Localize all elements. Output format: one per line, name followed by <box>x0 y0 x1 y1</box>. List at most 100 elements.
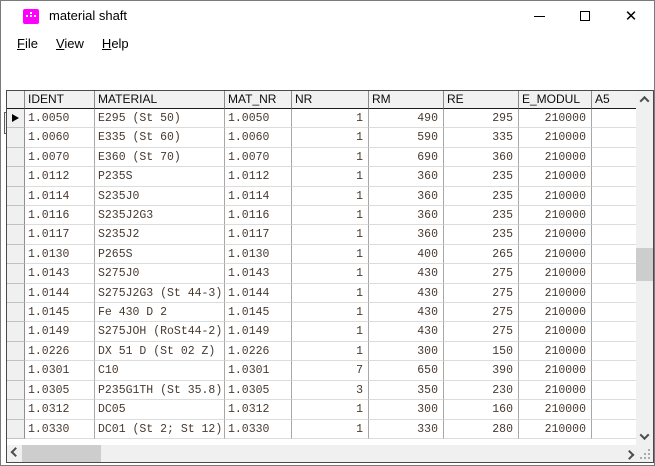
cell[interactable]: E295 (St 50) <box>95 109 225 128</box>
cell[interactable]: 1 <box>292 167 369 186</box>
menu-help[interactable]: Help <box>93 34 138 53</box>
cell[interactable]: 1 <box>292 420 369 439</box>
cell[interactable]: 1.0312 <box>25 400 95 419</box>
cell[interactable]: 1.0144 <box>225 284 292 303</box>
cell[interactable]: 400 <box>369 245 444 264</box>
cell[interactable]: 1.0149 <box>25 322 95 341</box>
cell[interactable]: 1.0305 <box>225 381 292 400</box>
cell[interactable]: 1 <box>292 225 369 244</box>
cell[interactable] <box>592 206 636 225</box>
cell[interactable]: 235 <box>444 225 519 244</box>
cell[interactable]: 1.0112 <box>225 167 292 186</box>
cell[interactable] <box>592 284 636 303</box>
cell[interactable]: 1.0143 <box>25 264 95 283</box>
cell[interactable]: 430 <box>369 264 444 283</box>
cell[interactable] <box>592 128 636 147</box>
cell[interactable]: 210000 <box>519 381 592 400</box>
cell[interactable]: 1.0117 <box>225 225 292 244</box>
cell[interactable]: 230 <box>444 381 519 400</box>
cell[interactable] <box>592 400 636 419</box>
cell[interactable]: C10 <box>95 361 225 380</box>
cell[interactable]: DC05 <box>95 400 225 419</box>
cell[interactable]: 1.0116 <box>225 206 292 225</box>
cell[interactable]: 1.0060 <box>25 128 95 147</box>
cell[interactable]: 590 <box>369 128 444 147</box>
cell[interactable]: 275 <box>444 322 519 341</box>
vertical-scroll-thumb[interactable] <box>636 248 653 281</box>
cell[interactable] <box>592 245 636 264</box>
cell[interactable]: 300 <box>369 342 444 361</box>
cell[interactable] <box>592 109 636 128</box>
cell[interactable]: 430 <box>369 303 444 322</box>
cell[interactable]: 1 <box>292 128 369 147</box>
row-selector[interactable] <box>7 400 25 419</box>
cell[interactable]: 1 <box>292 400 369 419</box>
cell[interactable]: 210000 <box>519 225 592 244</box>
cell[interactable]: S275JOH (RoSt44-2) <box>95 322 225 341</box>
row-selector[interactable] <box>7 206 25 225</box>
cell[interactable]: P265S <box>95 245 225 264</box>
cell[interactable]: S235J2G3 <box>95 206 225 225</box>
horizontal-scroll-thumb[interactable] <box>22 445 101 462</box>
minimize-button[interactable] <box>516 1 562 31</box>
scroll-up-button[interactable] <box>636 91 653 108</box>
cell[interactable]: 210000 <box>519 148 592 167</box>
cell[interactable]: E335 (St 60) <box>95 128 225 147</box>
cell[interactable]: 210000 <box>519 264 592 283</box>
cell[interactable]: 210000 <box>519 420 592 439</box>
cell[interactable]: 280 <box>444 420 519 439</box>
maximize-button[interactable] <box>562 1 608 31</box>
cell[interactable]: 210000 <box>519 342 592 361</box>
cell[interactable] <box>592 225 636 244</box>
cell[interactable]: 1.0144 <box>25 284 95 303</box>
menu-view[interactable]: View <box>47 34 93 53</box>
cell[interactable]: 360 <box>369 206 444 225</box>
row-selector[interactable] <box>7 109 25 128</box>
cell[interactable]: 1 <box>292 342 369 361</box>
cell[interactable]: 235 <box>444 206 519 225</box>
row-selector[interactable] <box>7 128 25 147</box>
cell[interactable]: 1.0112 <box>25 167 95 186</box>
cell[interactable]: 360 <box>444 148 519 167</box>
resize-grip[interactable] <box>636 445 653 462</box>
cell[interactable]: 430 <box>369 284 444 303</box>
cell[interactable] <box>592 322 636 341</box>
cell[interactable]: 210000 <box>519 187 592 206</box>
cell[interactable]: 360 <box>369 167 444 186</box>
cell[interactable]: 1.0070 <box>25 148 95 167</box>
cell[interactable]: 210000 <box>519 303 592 322</box>
cell[interactable]: 300 <box>369 400 444 419</box>
cell[interactable]: 360 <box>369 187 444 206</box>
cell[interactable]: 275 <box>444 303 519 322</box>
cell[interactable]: 1 <box>292 264 369 283</box>
cell[interactable]: 160 <box>444 400 519 419</box>
cell[interactable] <box>592 381 636 400</box>
cell[interactable]: 210000 <box>519 109 592 128</box>
cell[interactable]: S275J0 <box>95 264 225 283</box>
cell[interactable]: 1.0116 <box>25 206 95 225</box>
cell[interactable]: 1.0130 <box>225 245 292 264</box>
row-selector[interactable] <box>7 284 25 303</box>
cell[interactable]: 1.0312 <box>225 400 292 419</box>
cell[interactable]: 7 <box>292 361 369 380</box>
cell[interactable]: P235S <box>95 167 225 186</box>
row-selector[interactable] <box>7 381 25 400</box>
cell[interactable] <box>592 148 636 167</box>
cell[interactable]: 1.0145 <box>25 303 95 322</box>
row-selector[interactable] <box>7 303 25 322</box>
cell[interactable]: 1.0050 <box>225 109 292 128</box>
row-selector[interactable] <box>7 361 25 380</box>
cell[interactable]: 150 <box>444 342 519 361</box>
cell[interactable] <box>592 264 636 283</box>
cell[interactable]: 210000 <box>519 400 592 419</box>
cell[interactable]: 210000 <box>519 167 592 186</box>
row-selector[interactable] <box>7 187 25 206</box>
cell[interactable]: 1.0050 <box>25 109 95 128</box>
row-selector[interactable] <box>7 342 25 361</box>
cell[interactable] <box>592 420 636 439</box>
cell[interactable]: 1 <box>292 322 369 341</box>
cell[interactable] <box>592 361 636 380</box>
cell[interactable]: 1.0070 <box>225 148 292 167</box>
cell[interactable]: 1 <box>292 109 369 128</box>
cell[interactable]: 335 <box>444 128 519 147</box>
